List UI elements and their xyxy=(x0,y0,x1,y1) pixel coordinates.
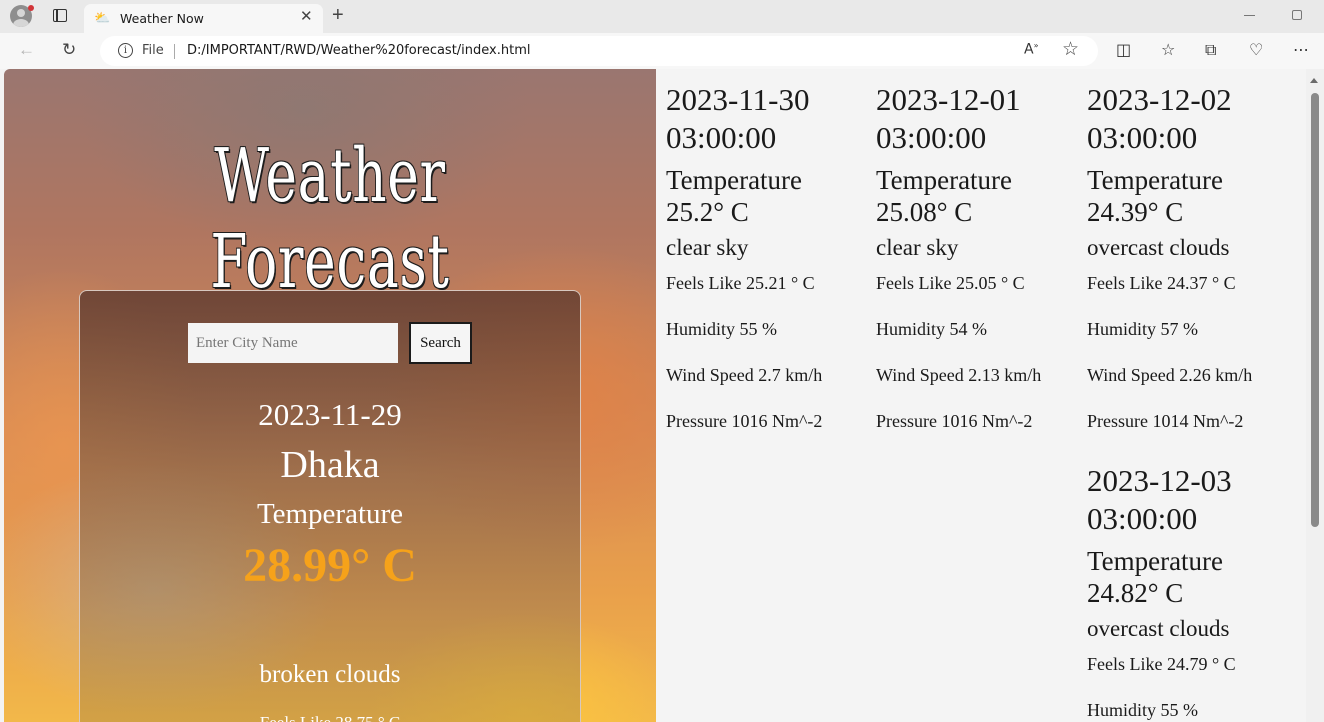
forecast-feels-like: Feels Like 25.05 ° C xyxy=(876,273,1025,293)
scroll-up-arrow-icon[interactable] xyxy=(1310,78,1318,83)
current-date: 2023-11-29 xyxy=(258,397,402,432)
forecast-temp-label: Temperature 25.2° C xyxy=(666,165,803,227)
forecast-card: 2023-12-02 03:00:00 Temperature 24.39° C … xyxy=(1087,81,1292,432)
forecast-pressure: Pressure 1016 Nm^-2 xyxy=(666,411,823,431)
address-bar[interactable]: i File D:/IMPORTANT/RWD/Weather%20foreca… xyxy=(100,36,1098,66)
site-info-icon[interactable]: i xyxy=(118,43,133,58)
forecast-description: clear sky xyxy=(876,235,959,260)
forecast-date: 2023-12-03 03:00:00 xyxy=(1087,463,1232,536)
forecast-temp-label: Temperature 25.08° C xyxy=(876,165,1013,227)
browser-tab-bar: ⛅ Weather Now ✕ + xyxy=(0,0,1324,33)
forecast-temp-value: 25.2° C xyxy=(666,197,749,227)
forecast-humidity: Humidity 57 % xyxy=(1087,319,1198,339)
forecast-wind-speed: Wind Speed 2.7 km/h xyxy=(666,365,823,385)
tab-title: Weather Now xyxy=(120,11,204,26)
forecast-date: 2023-11-30 03:00:00 xyxy=(666,82,810,155)
current-temp-label: Temperature xyxy=(256,498,404,530)
forecast-description: overcast clouds xyxy=(1087,616,1230,641)
forecast-card: 2023-11-30 03:00:00 Temperature 25.2° C c… xyxy=(666,81,871,432)
web-page: Weather Forecast Search 2023-11-29 Dhaka… xyxy=(4,69,1324,722)
current-temp-value: 28.99° C xyxy=(243,539,417,592)
forecast-feels-like: Feels Like 24.79 ° C xyxy=(1087,654,1236,674)
forecast-feels-like: Feels Like 24.37 ° C xyxy=(1087,273,1236,293)
forecast-temp-label: Temperature 24.39° C xyxy=(1087,165,1224,227)
scrollbar-thumb[interactable] xyxy=(1311,93,1319,527)
back-arrow-icon[interactable]: ← xyxy=(18,38,35,62)
collections-icon[interactable]: ⧉ xyxy=(1205,39,1216,61)
window-restore-icon[interactable] xyxy=(1292,10,1302,20)
forecast-description: clear sky xyxy=(666,235,749,260)
forecast-wind-speed: Wind Speed 2.26 km/h xyxy=(1087,365,1253,385)
file-scheme-label: File xyxy=(142,43,164,58)
forecast-pressure: Pressure 1016 Nm^-2 xyxy=(876,411,1033,431)
new-tab-icon[interactable]: + xyxy=(332,4,344,26)
current-feels-like: Feels Like 28.75 ° C xyxy=(80,713,580,722)
url-text[interactable]: D:/IMPORTANT/RWD/Weather%20forecast/inde… xyxy=(187,43,531,58)
more-menu-icon[interactable]: ⋯ xyxy=(1293,39,1309,61)
favorites-icon[interactable]: ☆ xyxy=(1161,39,1175,61)
search-button[interactable]: Search xyxy=(409,322,472,364)
page-scrollbar[interactable] xyxy=(1306,69,1324,722)
browser-toolbar: ← ↻ i File D:/IMPORTANT/RWD/Weather%20fo… xyxy=(0,33,1324,69)
hero-panel: Weather Forecast Search 2023-11-29 Dhaka… xyxy=(4,69,656,722)
favorite-star-icon[interactable]: ☆ xyxy=(1062,38,1079,61)
reload-icon[interactable]: ↻ xyxy=(62,38,76,62)
current-weather-card: Search 2023-11-29 Dhaka Temperature 28.9… xyxy=(79,290,581,722)
forecast-humidity: Humidity 55 % xyxy=(666,319,777,339)
forecast-wind-speed: Wind Speed 2.13 km/h xyxy=(876,365,1042,385)
forecast-humidity: Humidity 55 % xyxy=(1087,700,1198,720)
current-city: Dhaka xyxy=(280,444,380,486)
forecast-temp-value: 24.39° C xyxy=(1087,197,1184,227)
tab-actions-icon[interactable] xyxy=(53,9,67,22)
forecast-card: 2023-12-03 03:00:00 Temperature 24.82° C … xyxy=(1087,462,1292,721)
forecast-temp-value: 24.82° C xyxy=(1087,578,1184,608)
forecast-feels-like: Feels Like 25.21 ° C xyxy=(666,273,815,293)
forecast-pressure: Pressure 1014 Nm^-2 xyxy=(1087,411,1244,431)
city-search-input[interactable] xyxy=(188,323,398,363)
forecast-humidity: Humidity 54 % xyxy=(876,319,987,339)
forecast-temp-value: 25.08° C xyxy=(876,197,973,227)
current-description: broken clouds xyxy=(259,661,401,688)
forecast-description: overcast clouds xyxy=(1087,235,1230,260)
forecast-temp-label: Temperature 24.82° C xyxy=(1087,546,1224,608)
page-title: Weather Forecast xyxy=(210,133,450,305)
tab-close-icon[interactable]: ✕ xyxy=(300,9,313,25)
forecast-date: 2023-12-02 03:00:00 xyxy=(1087,82,1232,155)
cloud-sun-icon: ⛅ xyxy=(94,10,111,25)
browser-tab[interactable]: ⛅ Weather Now ✕ xyxy=(84,4,323,33)
split-screen-icon[interactable]: ◫ xyxy=(1116,39,1131,61)
forecast-date: 2023-12-01 03:00:00 xyxy=(876,82,1021,155)
forecast-area: 2023-11-30 03:00:00 Temperature 25.2° C c… xyxy=(656,69,1306,722)
read-aloud-icon[interactable]: A» xyxy=(1024,41,1038,58)
address-divider xyxy=(174,44,175,59)
browser-essentials-icon[interactable]: ♡ xyxy=(1249,39,1263,61)
notification-dot-icon xyxy=(28,5,34,11)
forecast-card: 2023-12-01 03:00:00 Temperature 25.08° C … xyxy=(876,81,1081,432)
window-minimize-icon[interactable] xyxy=(1244,15,1255,16)
